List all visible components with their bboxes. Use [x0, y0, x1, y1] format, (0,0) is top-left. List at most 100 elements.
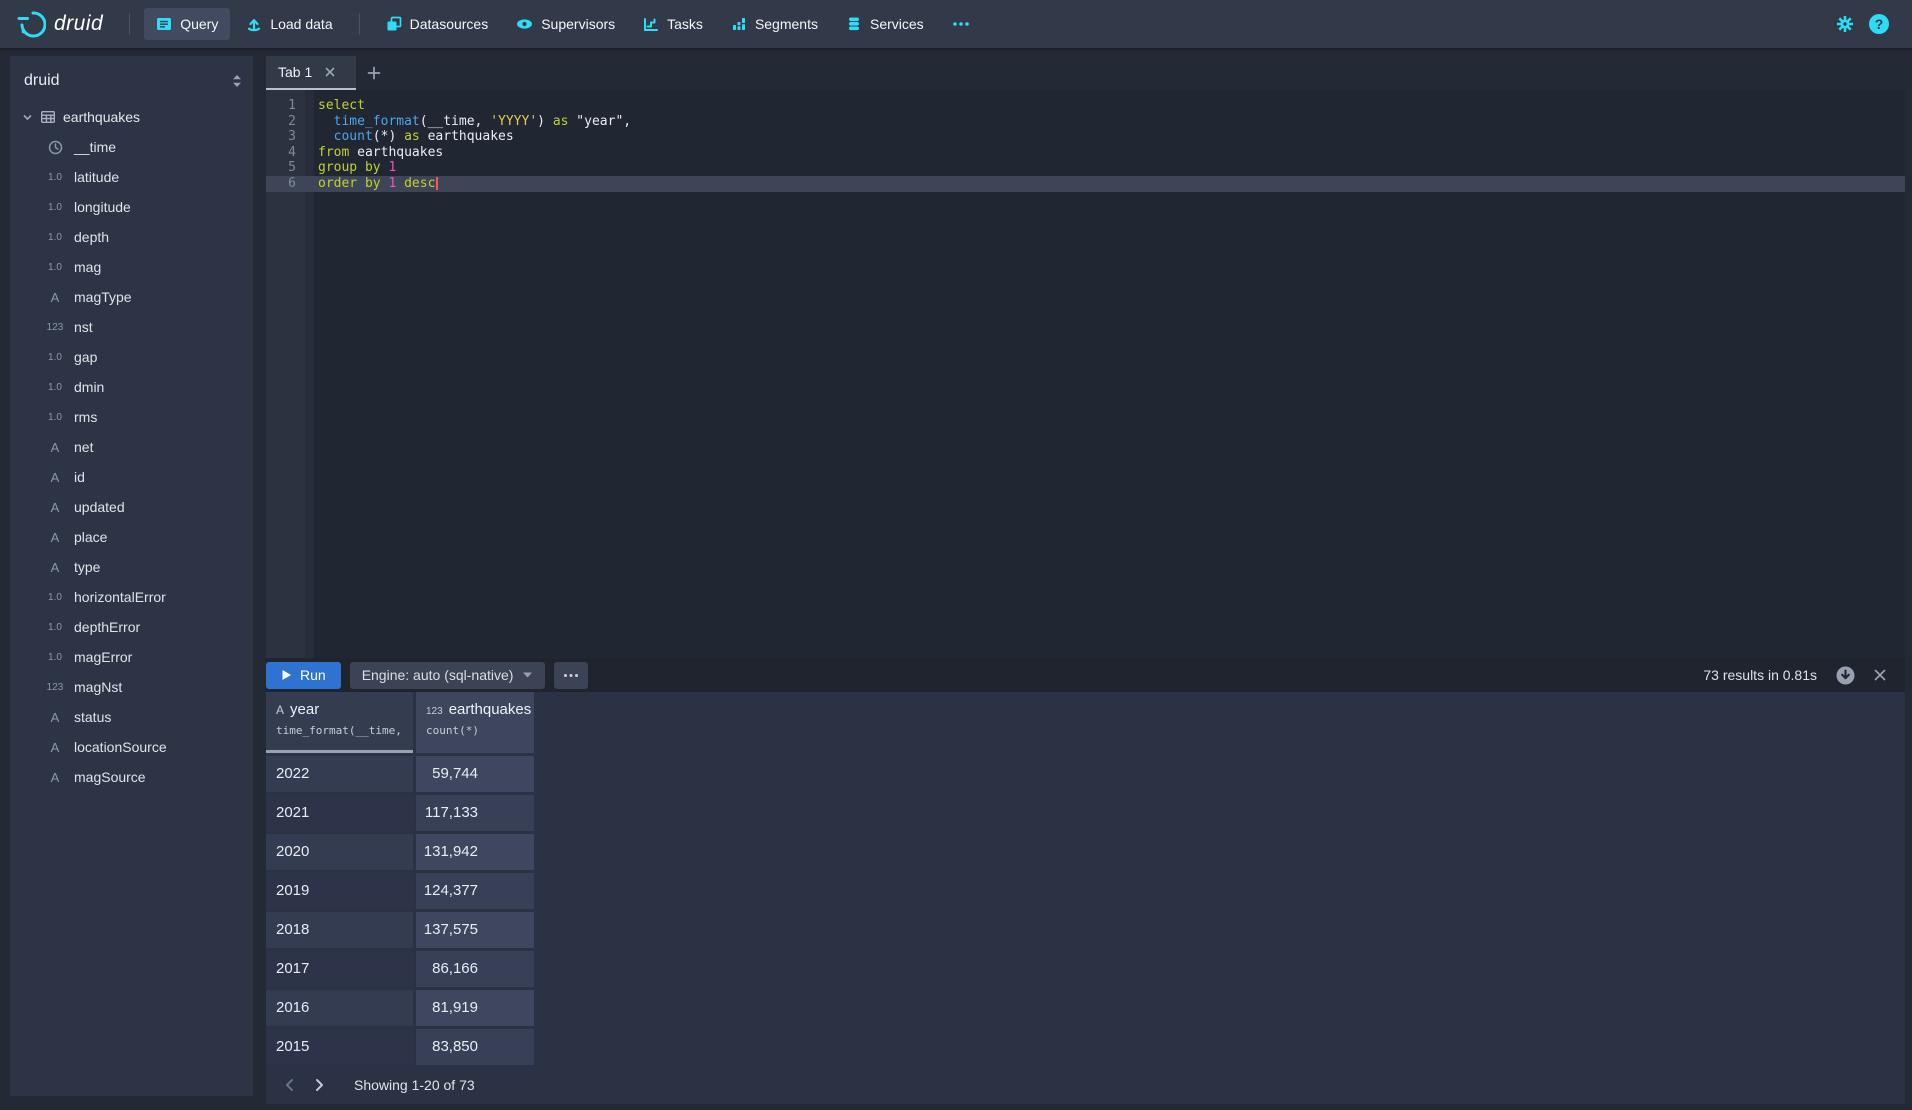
- column-header-earthquakes[interactable]: 123 earthquakes count(*): [416, 692, 534, 753]
- type-glyph-string: A: [44, 710, 66, 725]
- database-icon: [846, 16, 862, 32]
- query-more-button[interactable]: [554, 662, 588, 689]
- druid-logo-icon: [16, 9, 46, 39]
- nav-item-datasources[interactable]: Datasources: [374, 8, 501, 40]
- cell-year[interactable]: 2017: [266, 951, 413, 987]
- column-item-net[interactable]: Anet: [10, 432, 253, 462]
- nav-item-segments[interactable]: Segments: [719, 8, 830, 40]
- column-item-type[interactable]: Atype: [10, 552, 253, 582]
- code-line-2[interactable]: 2 time_format(__time, 'YYYY') as "year",: [266, 114, 1905, 130]
- column-item-horizontalError[interactable]: 1.0horizontalError: [10, 582, 253, 612]
- cell-year[interactable]: 2020: [266, 834, 413, 870]
- column-item-magType[interactable]: AmagType: [10, 282, 253, 312]
- download-icon: [1835, 665, 1856, 686]
- column-name: year: [290, 701, 319, 718]
- cell-year[interactable]: 2018: [266, 912, 413, 948]
- cell-earthquakes[interactable]: 124,377: [416, 873, 534, 909]
- line-number: 5: [266, 160, 305, 176]
- close-tab-icon[interactable]: [324, 66, 336, 78]
- type-glyph-long: 123: [426, 706, 443, 717]
- column-item-depthError[interactable]: 1.0depthError: [10, 612, 253, 642]
- type-glyph-float: 1.0: [44, 202, 66, 213]
- code-line-6[interactable]: 6order by 1 desc: [266, 176, 1905, 192]
- nav-more-button[interactable]: [940, 8, 982, 40]
- cell-year[interactable]: 2021: [266, 795, 413, 831]
- column-item-magError[interactable]: 1.0magError: [10, 642, 253, 672]
- cell-year[interactable]: 2019: [266, 873, 413, 909]
- column-item-latitude[interactable]: 1.0latitude: [10, 162, 253, 192]
- next-page-button[interactable]: [304, 1070, 334, 1100]
- table-row-2017: 201786,166: [266, 951, 1905, 987]
- column-label: horizontalError: [74, 589, 166, 605]
- code-line-5[interactable]: 5group by 1: [266, 160, 1905, 176]
- more-dots-icon: [952, 21, 970, 27]
- code-line-1[interactable]: 1select: [266, 98, 1905, 114]
- run-button[interactable]: Run: [266, 662, 341, 689]
- cell-year[interactable]: 2015: [266, 1029, 413, 1065]
- column-item-depth[interactable]: 1.0 depth: [10, 222, 253, 252]
- table-icon: [40, 109, 56, 125]
- column-label: net: [74, 439, 93, 455]
- text-cursor: [436, 177, 438, 190]
- column-item-id[interactable]: Aid: [10, 462, 253, 492]
- cell-earthquakes[interactable]: 117,133: [416, 795, 534, 831]
- column-item-rms[interactable]: 1.0rms: [10, 402, 253, 432]
- nav-item-query[interactable]: Query: [144, 8, 230, 40]
- fold-gutter-cell: [305, 145, 314, 161]
- cell-year[interactable]: 2016: [266, 990, 413, 1026]
- column-item-magSource[interactable]: AmagSource: [10, 762, 253, 792]
- column-item-__time[interactable]: __time: [10, 132, 253, 162]
- column-label: depth: [74, 229, 109, 245]
- settings-button[interactable]: [1828, 7, 1862, 41]
- column-item-locationSource[interactable]: AlocationSource: [10, 732, 253, 762]
- nav-item-tasks[interactable]: Tasks: [631, 8, 715, 40]
- column-item-dmin[interactable]: 1.0dmin: [10, 372, 253, 402]
- fold-gutter-cell: [305, 114, 314, 130]
- column-item-updated[interactable]: Aupdated: [10, 492, 253, 522]
- new-tab-button[interactable]: [356, 56, 392, 90]
- chevron-right-icon: [315, 1078, 324, 1092]
- cell-earthquakes[interactable]: 83,850: [416, 1029, 534, 1065]
- column-item-longitude[interactable]: 1.0 longitude: [10, 192, 253, 222]
- cell-earthquakes[interactable]: 81,919: [416, 990, 534, 1026]
- cell-earthquakes[interactable]: 131,942: [416, 834, 534, 870]
- help-button[interactable]: ?: [1862, 7, 1896, 41]
- column-item-gap[interactable]: 1.0gap: [10, 342, 253, 372]
- sql-editor[interactable]: 1select2 time_format(__time, 'YYYY') as …: [266, 90, 1905, 658]
- nav-divider: [129, 13, 130, 35]
- pagination-bar: Showing 1-20 of 73: [266, 1066, 1905, 1104]
- column-label: longitude: [74, 199, 131, 215]
- column-header-year[interactable]: A year time_format(__time, …: [266, 692, 413, 753]
- fold-gutter-cell: [305, 129, 314, 145]
- sort-icon[interactable]: [231, 74, 243, 88]
- code-lines: 1select2 time_format(__time, 'YYYY') as …: [266, 90, 1905, 192]
- column-item-nst[interactable]: 123nst: [10, 312, 253, 342]
- cell-earthquakes[interactable]: 137,575: [416, 912, 534, 948]
- engine-selector[interactable]: Engine: auto (sql-native): [350, 662, 546, 689]
- nav-item-services[interactable]: Services: [834, 8, 936, 40]
- druid-logo[interactable]: druid: [16, 9, 103, 39]
- column-item-mag[interactable]: 1.0mag: [10, 252, 253, 282]
- nav-item-supervisors[interactable]: Supervisors: [504, 8, 627, 40]
- close-results-button[interactable]: [1867, 662, 1893, 688]
- download-results-button[interactable]: [1832, 662, 1858, 688]
- column-item-magNst[interactable]: 123magNst: [10, 672, 253, 702]
- type-glyph-string: A: [276, 703, 284, 717]
- line-number: 4: [266, 145, 305, 161]
- tab-1[interactable]: Tab 1: [266, 56, 356, 90]
- column-item-place[interactable]: Aplace: [10, 522, 253, 552]
- table-item-earthquakes[interactable]: earthquakes: [10, 102, 253, 132]
- nav-item-load-data[interactable]: Load data: [234, 8, 344, 40]
- column-label: magType: [74, 289, 132, 305]
- cell-earthquakes[interactable]: 86,166: [416, 951, 534, 987]
- column-item-status[interactable]: Astatus: [10, 702, 253, 732]
- previous-page-button[interactable]: [274, 1070, 304, 1100]
- code-line-3[interactable]: 3 count(*) as earthquakes: [266, 129, 1905, 145]
- run-bar: Run Engine: auto (sql-native) 73 results…: [266, 658, 1905, 692]
- code-line-4[interactable]: 4from earthquakes: [266, 145, 1905, 161]
- cell-earthquakes[interactable]: 59,744: [416, 756, 534, 792]
- cell-year[interactable]: 2022: [266, 756, 413, 792]
- code-text: time_format(__time, 'YYYY') as "year",: [314, 114, 631, 130]
- type-glyph-float: 1.0: [44, 232, 66, 243]
- step-chart-icon: [643, 16, 659, 32]
